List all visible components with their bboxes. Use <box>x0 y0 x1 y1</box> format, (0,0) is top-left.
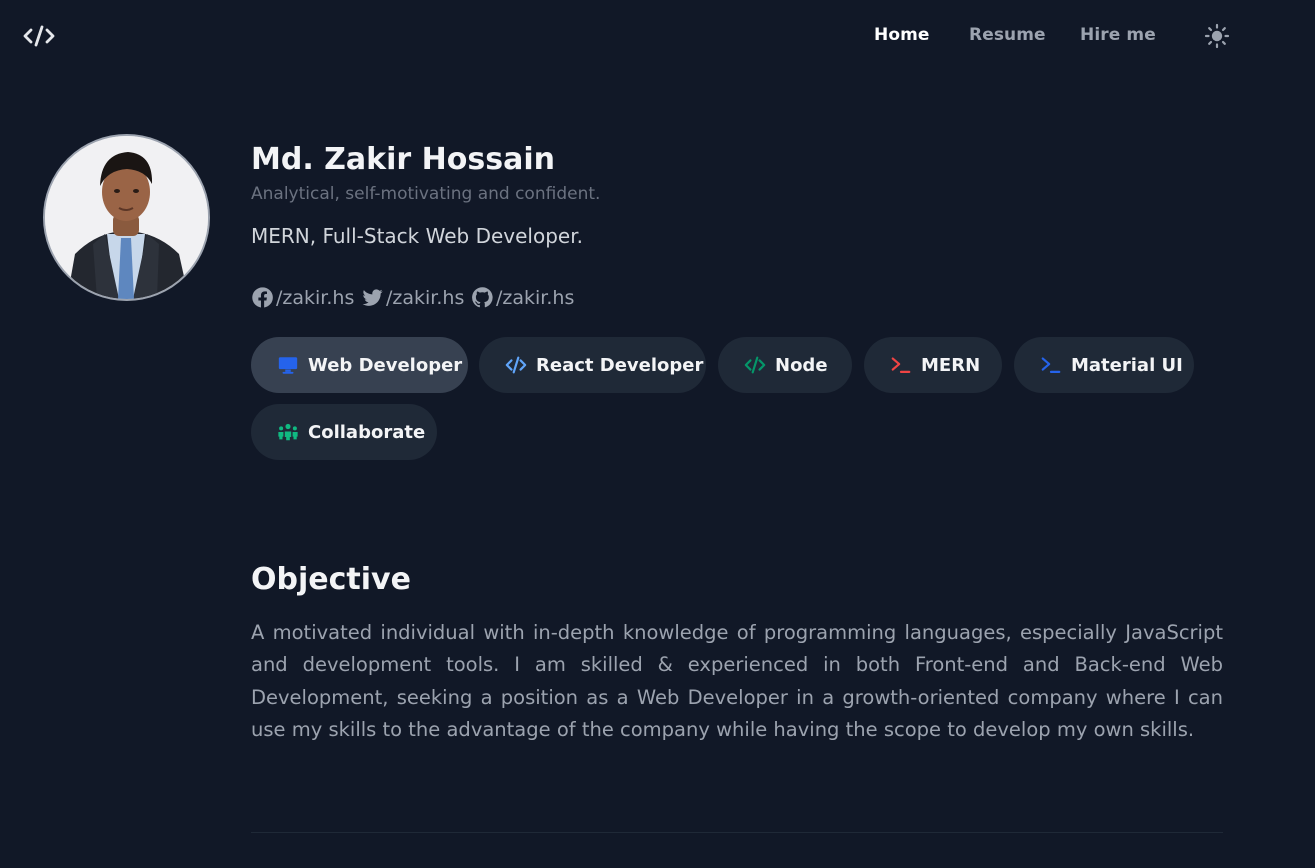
skill-chip-collaborate[interactable]: Collaborate <box>251 404 437 460</box>
sun-icon[interactable] <box>1204 23 1230 49</box>
github-icon <box>472 287 493 308</box>
twitter-icon <box>362 289 383 306</box>
nav-links: Home Resume Hire me <box>0 25 1315 49</box>
nav-link-home[interactable]: Home <box>874 25 930 45</box>
skill-chip-mern[interactable]: MERN <box>864 337 1002 393</box>
skill-chip-web-developer[interactable]: Web Developer <box>251 337 468 393</box>
profile-role: MERN, Full-Stack Web Developer. <box>251 224 583 248</box>
nav-link-resume[interactable]: Resume <box>969 25 1046 45</box>
skill-chip-react-developer[interactable]: React Developer <box>479 337 706 393</box>
top-nav: Home Resume Hire me <box>0 0 1315 72</box>
profile-name: Md. Zakir Hossain <box>251 142 555 177</box>
objective-title: Objective <box>251 562 411 597</box>
twitter-handle: /zakir.hs <box>386 286 465 309</box>
social-link-twitter[interactable]: /zakir.hs <box>361 286 464 309</box>
profile-tagline: Analytical, self-motivating and confiden… <box>251 184 601 204</box>
terminal-icon <box>891 357 911 373</box>
facebook-handle: /zakir.hs <box>276 286 355 309</box>
skill-chip-label: Collaborate <box>308 421 426 443</box>
github-handle: /zakir.hs <box>496 286 575 309</box>
section-divider <box>251 832 1223 833</box>
code-icon <box>744 356 766 374</box>
objective-text: A motivated individual with in-depth kno… <box>251 621 1223 741</box>
avatar <box>43 134 210 301</box>
terminal-icon <box>1041 357 1061 373</box>
monitor-icon <box>278 357 298 374</box>
skill-chip-label: React Developer <box>536 354 704 376</box>
code-icon <box>505 356 527 374</box>
social-link-facebook[interactable]: /zakir.hs <box>251 286 354 309</box>
skill-chip-node[interactable]: Node <box>718 337 852 393</box>
nav-link-hire-me[interactable]: Hire me <box>1080 25 1156 45</box>
people-icon <box>278 423 298 441</box>
page: Home Resume Hire me Md. Zakir Hossain An… <box>0 0 1315 868</box>
skill-chip-label: Node <box>775 354 828 376</box>
facebook-icon <box>252 287 273 308</box>
skill-chip-label: MERN <box>921 354 981 376</box>
social-link-github[interactable]: /zakir.hs <box>471 286 574 309</box>
skill-chip-material-ui[interactable]: Material UI <box>1014 337 1194 393</box>
skill-chip-label: Web Developer <box>308 354 463 376</box>
skill-chip-label: Material UI <box>1071 354 1183 376</box>
